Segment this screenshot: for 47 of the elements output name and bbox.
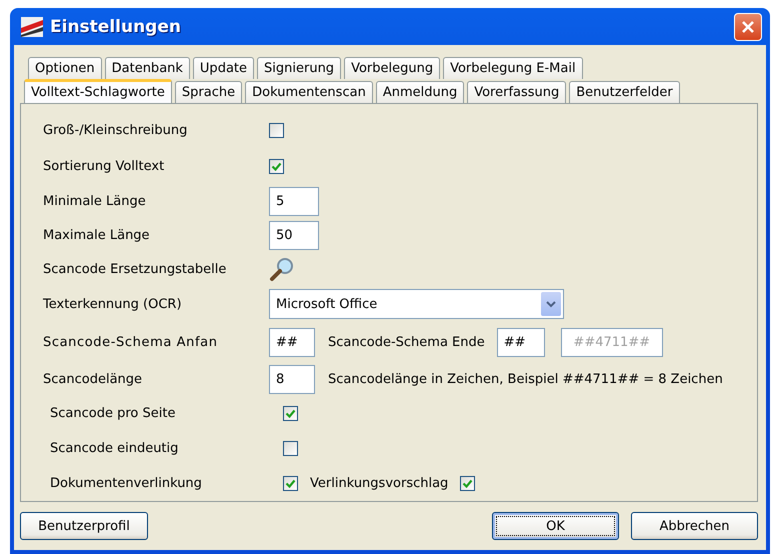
setting-label: Scancode pro Seite — [50, 406, 176, 421]
checkbox[interactable] — [283, 476, 298, 491]
checkbox[interactable] — [269, 122, 284, 138]
setting-label: Minimale Länge — [43, 194, 147, 208]
profile-button[interactable]: Benutzerprofil — [20, 512, 148, 540]
input-field[interactable]: 5 — [269, 186, 319, 216]
tab[interactable]: Datenbank — [104, 57, 190, 79]
input-field[interactable]: 8 — [269, 364, 315, 394]
tab[interactable]: Benutzerfelder — [569, 81, 680, 103]
close-button[interactable] — [734, 12, 762, 40]
setting-label: Scancode Ersetzungstabelle — [43, 262, 228, 276]
tab[interactable]: Vorerfassung — [467, 81, 566, 103]
tab[interactable]: Signierung — [257, 57, 342, 79]
tab[interactable]: Update — [192, 57, 254, 79]
input-field[interactable]: ## — [269, 328, 315, 356]
setting-label: Sortierung Volltext — [43, 158, 166, 174]
checkbox[interactable] — [283, 441, 298, 456]
dropdown[interactable]: Microsoft Office — [269, 289, 564, 319]
setting-label: Scancode eindeutig — [50, 441, 180, 456]
checkbox[interactable] — [269, 158, 284, 174]
setting-label: Scancodelänge — [43, 372, 144, 386]
input-field[interactable]: ## — [496, 328, 545, 356]
input-field[interactable]: 50 — [269, 220, 319, 250]
tab[interactable]: Vorbelegung E-Mail — [443, 57, 583, 79]
hint-text: Scancodelänge in Zeichen, Beispiel ##4711## = 8 Zeichen — [328, 372, 723, 386]
tab[interactable]: Sprache — [174, 81, 242, 103]
cancel-button[interactable]: Abbrechen — [631, 512, 758, 540]
tab[interactable]: Anmeldung — [376, 81, 464, 103]
tab[interactable]: Dokumentenscan — [245, 81, 373, 103]
tab[interactable]: Volltext-Schlagworte — [24, 79, 172, 103]
chevron-down-icon[interactable] — [541, 292, 561, 316]
tab[interactable]: Vorbelegung — [344, 57, 440, 79]
setting-label: Texterkennung (OCR) — [43, 296, 183, 312]
setting-label: Scancode-Schema Anfan — [43, 334, 219, 350]
checkbox[interactable] — [283, 406, 298, 421]
setting-label: Groß-/Kleinschreibung — [43, 122, 188, 138]
close-icon — [741, 20, 755, 34]
setting-label: Dokumentenverlinkung — [50, 476, 203, 491]
ok-button[interactable]: OK — [492, 512, 619, 540]
tab[interactable]: Optionen — [28, 57, 102, 79]
app-logo-icon — [20, 16, 44, 38]
setting-label: Scancode-Schema Ende — [328, 334, 485, 350]
window-title: Einstellungen — [50, 16, 182, 36]
setting-label: Maximale Länge — [43, 228, 151, 242]
checkbox[interactable] — [460, 476, 476, 491]
search-icon[interactable] — [269, 256, 295, 282]
setting-label: Verlinkungsvorschlag — [310, 476, 448, 491]
